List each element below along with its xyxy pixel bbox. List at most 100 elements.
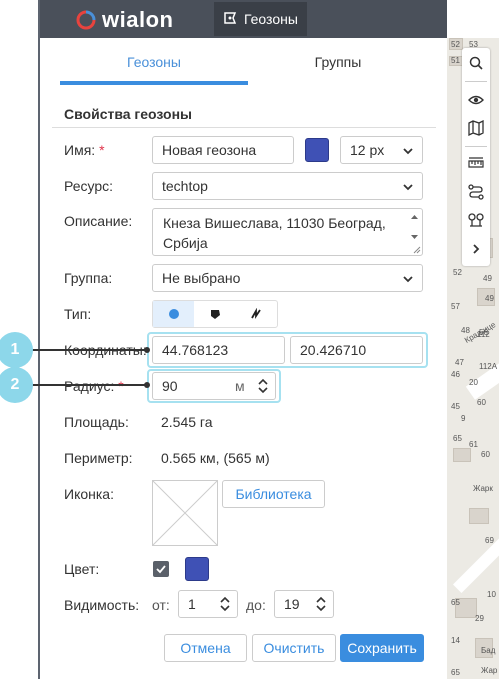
chevron-down-icon bbox=[403, 148, 413, 155]
radius-input[interactable]: 90 м bbox=[152, 372, 276, 400]
cancel-button[interactable]: Отмена bbox=[164, 634, 247, 662]
chevron-down-icon bbox=[403, 184, 413, 191]
type-label: Тип: bbox=[64, 306, 92, 322]
map-toolbar-expand-button[interactable] bbox=[466, 239, 486, 259]
visibility-from-input[interactable]: 1 bbox=[178, 590, 238, 618]
map-label: 65 bbox=[451, 598, 460, 607]
icon-placeholder[interactable] bbox=[152, 480, 218, 546]
active-tab-indicator bbox=[60, 81, 248, 85]
toolbar-divider bbox=[465, 81, 487, 82]
map-toolbar bbox=[462, 48, 490, 266]
map-ruler-button[interactable] bbox=[466, 154, 486, 174]
wialon-logo-icon bbox=[76, 10, 96, 30]
callout-2-dot bbox=[144, 382, 150, 388]
color-swatch[interactable] bbox=[185, 557, 209, 581]
map-street-label: Жарк bbox=[473, 484, 493, 493]
map-search-button[interactable] bbox=[466, 53, 486, 73]
map-street-label: Бад bbox=[481, 646, 496, 655]
resize-handle-icon[interactable] bbox=[413, 246, 421, 254]
group-label: Группа: bbox=[64, 270, 113, 286]
eye-icon bbox=[468, 95, 484, 105]
circle-icon bbox=[168, 309, 179, 319]
map-routes-button[interactable] bbox=[466, 182, 486, 202]
type-polygon-button[interactable] bbox=[194, 301, 235, 327]
map-visibility-button[interactable] bbox=[466, 90, 486, 110]
radius-label: Радиус: * bbox=[64, 378, 124, 394]
map-building bbox=[453, 448, 471, 462]
latitude-value: 44.768123 bbox=[162, 342, 229, 358]
empty-image-icon bbox=[152, 480, 218, 546]
save-button[interactable]: Сохранить bbox=[340, 634, 424, 662]
icon-label: Иконка: bbox=[64, 486, 114, 502]
stepper-arrows-icon[interactable] bbox=[219, 595, 231, 613]
stepper-arrows-icon[interactable] bbox=[315, 595, 327, 613]
type-circle-button[interactable] bbox=[153, 301, 195, 327]
map-points-button[interactable] bbox=[466, 210, 486, 230]
radius-value: 90 bbox=[162, 378, 178, 394]
pins-icon bbox=[468, 213, 484, 227]
map-label: 29 bbox=[475, 614, 484, 623]
map-label: 46 bbox=[451, 370, 460, 379]
map-label: 65 bbox=[451, 668, 460, 677]
description-label: Описание: bbox=[64, 213, 133, 229]
tab-geofences[interactable]: Геозоны bbox=[60, 38, 248, 86]
longitude-input[interactable]: 20.426710 bbox=[290, 336, 423, 364]
tab-groups[interactable]: Группы bbox=[248, 38, 428, 86]
visibility-to-input[interactable]: 19 bbox=[274, 590, 334, 618]
map-label: 112A bbox=[479, 362, 498, 371]
description-textarea[interactable]: Кнеза Вишеслава, 11030 Београд, Србија bbox=[152, 208, 423, 256]
group-select[interactable]: Не выбрано bbox=[152, 264, 423, 292]
map-label: 52 bbox=[453, 268, 462, 277]
longitude-value: 20.426710 bbox=[300, 342, 367, 358]
map-label: 10 bbox=[487, 590, 496, 599]
map-label: 45 bbox=[451, 402, 460, 411]
map-label: 52 bbox=[451, 40, 460, 49]
visibility-label: Видимость: bbox=[64, 597, 140, 613]
map-layers-button[interactable] bbox=[466, 118, 486, 138]
route-icon bbox=[468, 184, 484, 200]
map-label: 69 bbox=[485, 536, 494, 545]
type-selector bbox=[152, 300, 278, 328]
description-line-1: Кнеза Вишеслава, 11030 Београд, bbox=[163, 215, 386, 231]
map-label: 61 bbox=[469, 440, 478, 449]
line-icon bbox=[251, 308, 262, 319]
visibility-to-value: 19 bbox=[284, 596, 300, 612]
group-value: Не выбрано bbox=[162, 270, 241, 286]
clear-button[interactable]: Очистить bbox=[252, 634, 336, 662]
map-street-label: Жар bbox=[481, 666, 498, 675]
name-input[interactable]: Новая геозона bbox=[152, 136, 294, 164]
font-size-select[interactable]: 12 px bbox=[340, 136, 423, 164]
perimeter-label: Периметр: bbox=[64, 450, 133, 466]
resource-select[interactable]: techtop bbox=[152, 172, 423, 200]
map-building bbox=[469, 508, 489, 524]
perimeter-value: 0.565 км, (565 м) bbox=[161, 450, 270, 466]
name-label: Имя: * bbox=[64, 142, 105, 158]
map-label: 65 bbox=[453, 434, 462, 443]
library-button[interactable]: Библиотека bbox=[222, 480, 325, 508]
wialon-logo[interactable]: wialon bbox=[76, 7, 186, 32]
required-mark: * bbox=[118, 378, 124, 394]
name-color-swatch[interactable] bbox=[305, 138, 329, 162]
font-size-value: 12 px bbox=[350, 142, 385, 158]
chevron-right-icon bbox=[473, 244, 480, 254]
map-label: 49 bbox=[485, 294, 494, 303]
color-checkbox[interactable] bbox=[153, 561, 169, 577]
stepper-arrows-icon[interactable] bbox=[257, 377, 269, 395]
map-label: 60 bbox=[477, 398, 486, 407]
name-input-value: Новая геозона bbox=[162, 142, 257, 158]
map-label: 60 bbox=[481, 450, 490, 459]
search-icon bbox=[469, 56, 483, 70]
latitude-input[interactable]: 44.768123 bbox=[152, 336, 285, 364]
section-divider bbox=[52, 127, 436, 128]
check-icon bbox=[156, 565, 166, 574]
callout-2-line bbox=[30, 384, 148, 386]
callout-1-dot bbox=[144, 347, 150, 353]
map-label: 20 bbox=[469, 378, 478, 387]
type-line-button[interactable] bbox=[236, 301, 277, 327]
map-label: 49 bbox=[483, 274, 492, 283]
section-title: Свойства геозоны bbox=[64, 106, 192, 122]
visibility-to-label: до: bbox=[246, 597, 266, 613]
map-label: 14 bbox=[451, 636, 460, 645]
module-tab-geofences[interactable]: Геозоны bbox=[214, 2, 307, 36]
textarea-scroll-arrows[interactable] bbox=[410, 213, 419, 241]
